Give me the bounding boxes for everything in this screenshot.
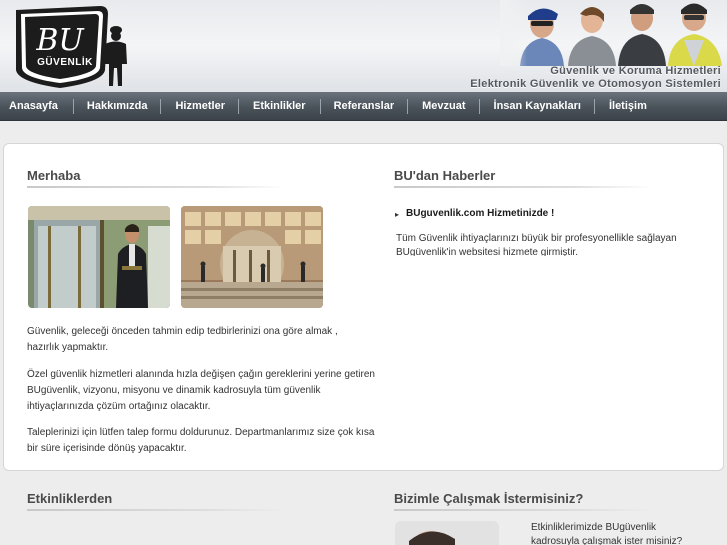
nav-item-etkinlikler[interactable]: Etkinlikler [253,92,306,121]
careers-photo [395,521,499,545]
careers-title: Bizimle Çalışmak İstermisiniz? [394,491,584,506]
logo-wordmark: GÜVENLİK [37,57,93,68]
events-title: Etkinliklerden [27,491,113,506]
security-staff-banner [500,0,727,66]
slogan-line-1: Güvenlik ve Koruma Hizmetleri [550,65,721,77]
nav-separator [72,98,74,114]
nav-separator [593,98,595,114]
slogan-line-2: Elektronik Güvenlik ve Otomosyon Sisteml… [470,78,721,90]
nav-separator [407,98,409,114]
nav-item-referanslar[interactable]: Referanslar [334,92,395,121]
careers-text: Etkinliklerimizde BUgüvenlik kadrosuyla … [531,522,683,545]
welcome-paragraph-1: Güvenlik, geleceği önceden tahmin edip t… [27,326,338,353]
nav-item-insan-kaynaklari[interactable]: İnsan Kaynakları [494,92,581,121]
welcome-title: Merhaba [27,168,81,183]
nav-separator [160,98,162,114]
nav-item-mevzuat[interactable]: Mevzuat [422,92,465,121]
title-underline [27,509,285,511]
nav-item-hizmetler[interactable]: Hizmetler [175,92,225,121]
news-summary: Tüm Güvenlik ihtiyaçlarınızı büyük bir p… [396,233,677,256]
nav-item-iletisim[interactable]: İletişim [609,92,647,121]
nav-separator [319,98,321,114]
site-header: BU GÜVENLİK BU [0,0,727,92]
news-headline-link[interactable]: BUguvenlik.com Hizmetinizde ! [406,208,554,219]
nav-separator [478,98,480,114]
bu-guvenlik-logo[interactable]: BU [8,4,128,90]
bullet-arrow-icon: ▸ [395,210,400,219]
title-underline [394,186,652,188]
nav-item-hakkimizda[interactable]: Hakkımızda [87,92,148,121]
news-title: BU'dan Haberler [394,168,496,183]
main-navigation: Anasayfa Hakkımızda Hizmetler Etkinlikle… [0,92,727,121]
title-underline [27,186,285,188]
svg-text:BU: BU [35,23,85,58]
title-underline [394,509,652,511]
welcome-paragraph-3: Taleplerinizi için lütfen talep formu do… [27,427,375,454]
content-panel: Merhaba Güvenlik, geleceği önceden tahmi… [3,143,724,471]
nav-separator [237,98,239,114]
guard-door-photo [28,206,170,308]
welcome-paragraph-2: Özel güvenlik hizmetleri alanında hızla … [27,369,375,412]
building-entrance-photo [181,206,323,308]
nav-item-anasayfa[interactable]: Anasayfa [9,92,58,121]
